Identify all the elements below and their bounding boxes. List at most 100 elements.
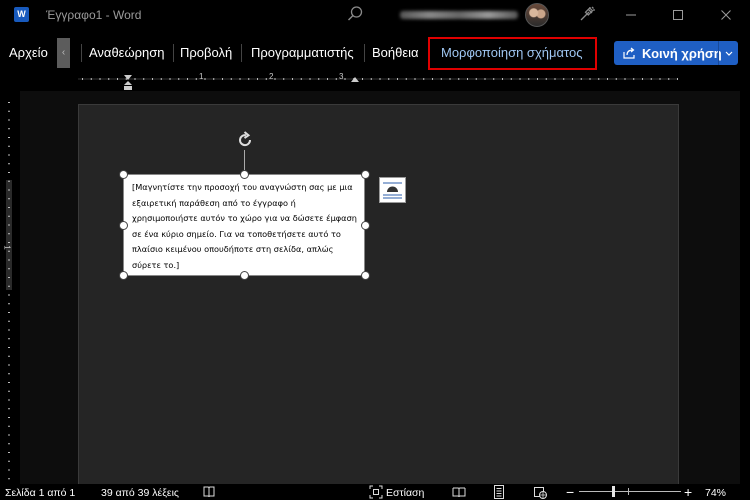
ruler-tick [309, 78, 311, 80]
resize-handle-top-right[interactable] [361, 170, 370, 179]
minimize-button[interactable] [608, 0, 654, 29]
ruler-tick [152, 78, 153, 80]
resize-handle-bottom-left[interactable] [119, 271, 128, 280]
ruler-tick [8, 425, 10, 427]
tab-help[interactable]: Βοήθεια [372, 45, 419, 60]
ruler-tick [344, 78, 346, 80]
designer-icon[interactable] [578, 5, 596, 23]
resize-handle-bottom-right[interactable] [361, 271, 370, 280]
ruler-tick [598, 78, 600, 80]
ruler-tick [8, 250, 10, 252]
ruler-tick [8, 137, 10, 138]
account-name-blurred[interactable] [400, 11, 518, 19]
read-mode-icon[interactable] [452, 485, 466, 499]
ruler-tick [449, 78, 451, 80]
share-button-label: Κοινή χρήση [642, 45, 722, 61]
search-icon[interactable] [346, 5, 364, 23]
ruler-tick [528, 78, 530, 80]
text-box-content[interactable]: [Μαγνητίστε την προσοχή του αναγνώστη σα… [132, 180, 362, 273]
ruler-tick [8, 102, 10, 103]
ruler-tick [8, 110, 10, 112]
ruler-tick [580, 78, 582, 80]
ruler-tick [108, 78, 110, 80]
ruler-tick [8, 382, 10, 383]
horizontal-ruler[interactable] [78, 74, 678, 83]
zoom-out-button[interactable]: − [566, 484, 574, 500]
ruler-tick [554, 78, 556, 80]
ruler-tick [318, 78, 320, 80]
ruler-tick [432, 78, 433, 80]
ruler-tick [292, 78, 293, 80]
layout-options-icon [383, 182, 402, 199]
ruler-hanging-indent-marker[interactable] [123, 81, 133, 91]
maximize-button[interactable] [655, 0, 701, 29]
ruler-number: 1 [199, 72, 204, 81]
word-count[interactable]: 39 από 39 λέξεις [101, 487, 179, 499]
document-page[interactable] [78, 104, 679, 494]
ruler-tick [222, 78, 223, 80]
ruler-tick [8, 390, 10, 392]
ruler-tick [423, 78, 425, 80]
minimize-icon [626, 14, 636, 15]
ruler-tick [624, 78, 626, 80]
ruler-tick [248, 78, 250, 80]
ruler-tick [143, 78, 145, 80]
proofing-book-icon[interactable] [202, 485, 216, 499]
ruler-tick [8, 364, 10, 366]
web-layout-icon[interactable] [533, 485, 547, 499]
resize-handle-top-left[interactable] [119, 170, 128, 179]
avatar[interactable] [525, 3, 549, 27]
ruler-tick [187, 78, 188, 80]
tab-file[interactable]: Αρχείο [9, 45, 48, 60]
tab-separator [364, 44, 365, 62]
resize-handle-left[interactable] [119, 221, 128, 230]
focus-label[interactable]: Εστίαση [386, 487, 424, 499]
ruler-tick [650, 78, 652, 80]
tab-separator [81, 44, 82, 62]
zoom-level[interactable]: 74% [705, 487, 726, 499]
layout-options-button[interactable] [379, 177, 406, 203]
ruler-tick [607, 78, 608, 80]
ruler-tick [8, 215, 10, 217]
ruler-tick [8, 172, 10, 173]
ruler-tick [8, 303, 10, 305]
ruler-tick [484, 78, 486, 80]
vertical-ruler[interactable] [6, 100, 12, 480]
ruler-tick [160, 78, 162, 80]
ruler-tick [8, 154, 10, 156]
tab-view[interactable]: Προβολή [180, 45, 232, 60]
zoom-in-button[interactable]: + [684, 484, 692, 500]
zoom-slider-thumb[interactable] [612, 486, 616, 497]
resize-handle-bottom[interactable] [240, 271, 249, 280]
ruler-tick [467, 78, 468, 80]
resize-handle-right[interactable] [361, 221, 370, 230]
ruler-tick [388, 78, 390, 80]
tab-developer[interactable]: Προγραμματιστής [251, 45, 354, 60]
ruler-tick [8, 347, 10, 348]
status-bar: Σελίδα 1 από 1 39 από 39 λέξεις Εστίαση … [0, 484, 750, 500]
share-button[interactable]: Κοινή χρήση [614, 41, 738, 65]
ruler-tick [8, 128, 10, 130]
ruler-tick [8, 285, 10, 287]
ruler-tick [572, 78, 573, 80]
zoom-slider-track[interactable] [579, 491, 681, 492]
close-button[interactable] [703, 0, 749, 29]
ruler-right-indent-marker[interactable] [350, 77, 360, 87]
ribbon-scroll-left-button[interactable]: ‹ [57, 38, 70, 68]
ruler-tick [545, 78, 547, 80]
ruler-tick [414, 78, 416, 80]
ruler-tick [8, 408, 10, 410]
page-info[interactable]: Σελίδα 1 από 1 [5, 487, 75, 499]
rotate-icon[interactable] [235, 130, 255, 150]
ruler-tick [440, 78, 442, 80]
tab-separator [241, 44, 242, 62]
ruler-tick [327, 78, 328, 80]
chevron-down-icon[interactable] [722, 43, 736, 63]
print-layout-icon[interactable] [492, 485, 506, 499]
text-box-shape[interactable]: [Μαγνητίστε την προσοχή του αναγνώστη σα… [123, 174, 365, 276]
ruler-tick [519, 78, 521, 80]
tab-review[interactable]: Αναθεώρηση [89, 45, 165, 60]
share-icon [623, 47, 635, 59]
focus-icon[interactable] [369, 485, 383, 499]
resize-handle-top[interactable] [240, 170, 249, 179]
